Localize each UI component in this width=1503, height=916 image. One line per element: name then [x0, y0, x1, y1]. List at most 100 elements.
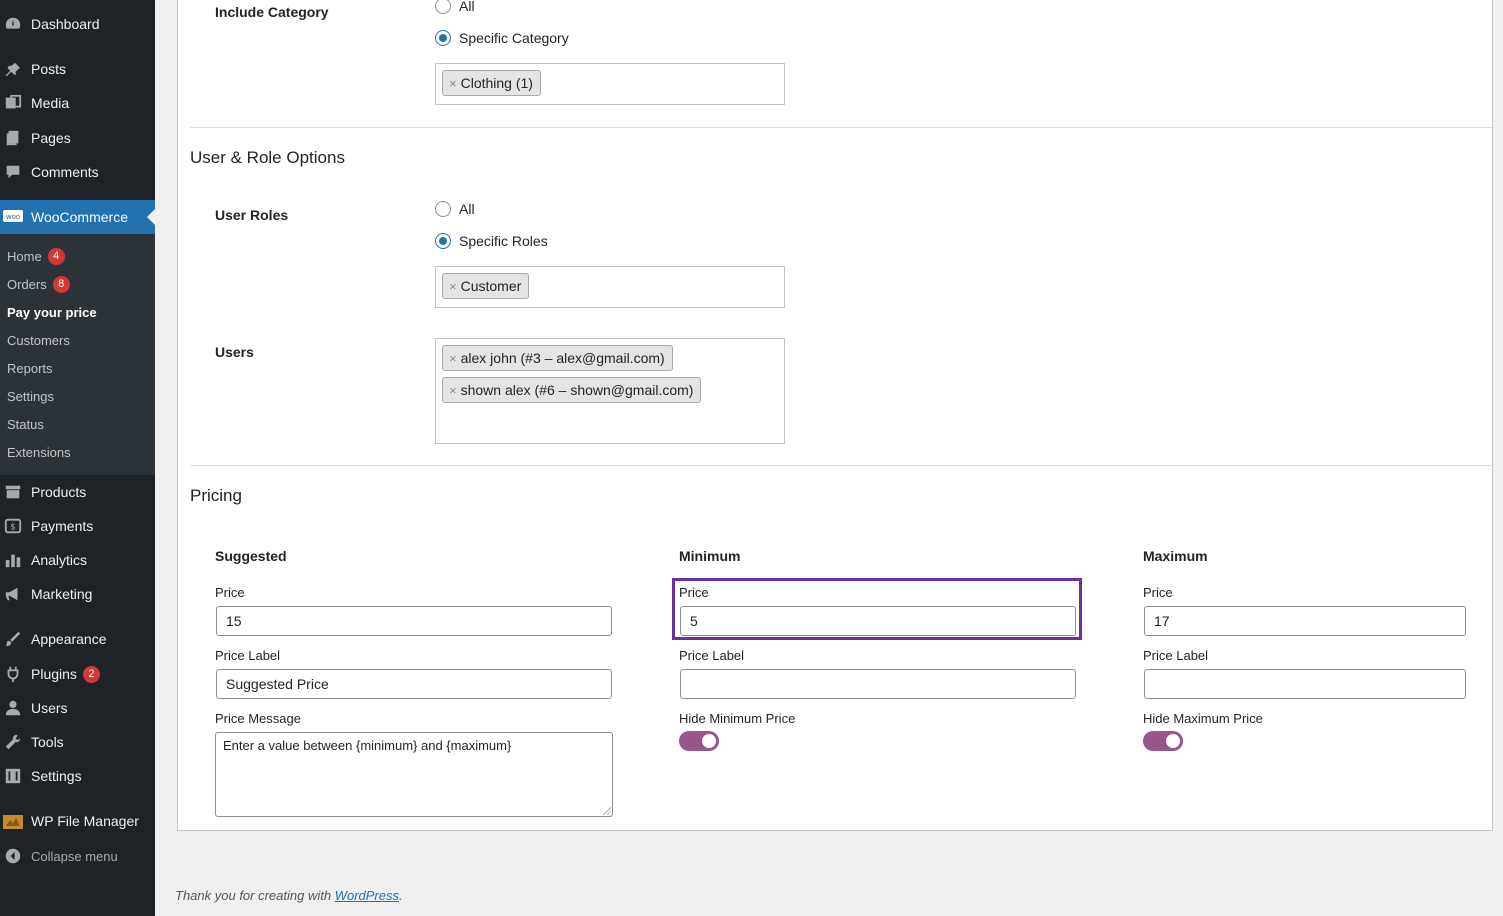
submenu-reports[interactable]: Reports: [7, 358, 53, 378]
wordpress-link[interactable]: WordPress: [335, 888, 399, 903]
menu-dashboard[interactable]: Dashboard: [0, 7, 155, 41]
settings-panel: Include Category All Specific Category ×…: [177, 0, 1493, 831]
token-label: alex john (#3 – alex@gmail.com): [460, 350, 665, 366]
radio-label: All: [459, 201, 475, 217]
hide-maximum-toggle[interactable]: [1143, 731, 1183, 751]
submenu-customers[interactable]: Customers: [7, 330, 70, 350]
token-label: Customer: [460, 278, 522, 294]
suggested-price-input[interactable]: 15: [216, 606, 612, 636]
payments-icon: $: [3, 516, 23, 536]
users-select[interactable]: × alex john (#3 – alex@gmail.com) × shown …: [435, 338, 785, 444]
roles-select[interactable]: × Customer: [435, 266, 785, 308]
woocommerce-submenu: Home 4 Orders 8 Pay your price Customers R…: [0, 234, 155, 475]
menu-label: Posts: [31, 61, 67, 77]
submenu-pay-your-price[interactable]: Pay your price: [7, 302, 97, 322]
folder-icon: [3, 811, 23, 831]
radio-button[interactable]: [435, 0, 451, 14]
menu-label: Plugins: [31, 666, 77, 682]
maximum-price-input[interactable]: 17: [1144, 606, 1466, 636]
radio-button[interactable]: [435, 201, 451, 217]
radio-label: Specific Roles: [459, 233, 548, 249]
menu-label: Media: [31, 95, 70, 111]
plugins-count-badge: 2: [82, 665, 100, 683]
menu-label: Payments: [31, 518, 94, 534]
menu-woocommerce[interactable]: woo WooCommerce: [0, 200, 155, 234]
submenu-orders[interactable]: Orders 8: [7, 274, 70, 294]
pin-icon: [3, 59, 23, 79]
suggested-price-label-input[interactable]: Suggested Price: [216, 669, 612, 699]
menu-posts[interactable]: Posts: [0, 52, 155, 86]
woo-icon: woo: [3, 207, 23, 227]
menu-comments[interactable]: Comments: [0, 155, 155, 189]
collapse-menu-button[interactable]: Collapse menu: [0, 839, 155, 873]
remove-icon[interactable]: ×: [449, 351, 457, 366]
menu-wp-file-manager[interactable]: WP File Manager: [0, 804, 155, 838]
menu-label: Tools: [31, 734, 64, 750]
category-all-radio[interactable]: All: [435, 0, 475, 14]
menu-analytics[interactable]: Analytics: [0, 543, 155, 577]
admin-footer: Thank you for creating with WordPress.: [175, 888, 403, 903]
footer-end: .: [399, 888, 403, 903]
footer-text: Thank you for creating with: [175, 888, 332, 903]
menu-label: Users: [31, 700, 68, 716]
menu-settings[interactable]: Settings: [0, 759, 155, 793]
menu-users[interactable]: Users: [0, 691, 155, 725]
comment-icon: [3, 162, 23, 182]
submenu-label: Reports: [7, 360, 53, 376]
submenu-label: Home: [7, 248, 42, 264]
maximum-price-label-input[interactable]: [1144, 669, 1466, 699]
submenu-label: Settings: [7, 388, 54, 404]
user-token[interactable]: × shown alex (#6 – shown@gmail.com): [442, 377, 702, 403]
submenu-label: Extensions: [7, 444, 71, 460]
category-select[interactable]: × Clothing (1): [435, 63, 785, 105]
menu-payments[interactable]: $ Payments: [0, 509, 155, 543]
menu-label: Products: [31, 484, 87, 500]
price-message-textarea[interactable]: Enter a value between {minimum} and {max…: [215, 732, 613, 817]
menu-plugins[interactable]: Plugins 2: [0, 657, 155, 691]
category-specific-radio[interactable]: Specific Category: [435, 30, 569, 46]
roles-all-radio[interactable]: All: [435, 201, 475, 217]
media-icon: [3, 93, 23, 113]
textarea-value: Enter a value between {minimum} and {max…: [223, 738, 512, 753]
submenu-status[interactable]: Status: [7, 414, 44, 434]
menu-products[interactable]: Products: [0, 475, 155, 509]
role-token[interactable]: × Customer: [442, 273, 530, 299]
category-token[interactable]: × Clothing (1): [442, 70, 541, 96]
menu-label: Settings: [31, 768, 82, 784]
resize-grip-icon[interactable]: [603, 807, 611, 815]
submenu-label: Pay your price: [7, 304, 97, 320]
pricing-section-title: Pricing: [190, 486, 242, 505]
submenu-extensions[interactable]: Extensions: [7, 442, 71, 462]
brush-icon: [3, 629, 23, 649]
remove-icon[interactable]: ×: [449, 383, 457, 398]
roles-specific-radio[interactable]: Specific Roles: [435, 233, 548, 249]
svg-text:woo: woo: [6, 213, 20, 221]
hide-minimum-toggle[interactable]: [679, 731, 719, 751]
menu-pages[interactable]: Pages: [0, 121, 155, 155]
section-divider: [190, 127, 1492, 128]
minimum-price-label-input[interactable]: [680, 669, 1076, 699]
maximum-price-label-label: Price Label: [1143, 648, 1209, 663]
section-divider: [190, 465, 1492, 466]
radio-button[interactable]: [435, 233, 451, 249]
submenu-settings[interactable]: Settings: [7, 386, 54, 406]
remove-icon[interactable]: ×: [449, 76, 457, 91]
megaphone-icon: [3, 584, 23, 604]
menu-appearance[interactable]: Appearance: [0, 622, 155, 656]
dashboard-icon: [3, 14, 23, 34]
menu-label: Marketing: [31, 586, 93, 602]
radio-button[interactable]: [435, 30, 451, 46]
menu-media[interactable]: Media: [0, 86, 155, 120]
menu-label: WP File Manager: [31, 813, 139, 829]
price-message-label: Price Message: [215, 711, 301, 726]
minimum-price-input[interactable]: 5: [680, 606, 1076, 636]
menu-label: Analytics: [31, 552, 88, 568]
token-label: Clothing (1): [460, 75, 533, 91]
minimum-heading: Minimum: [679, 548, 741, 564]
menu-tools[interactable]: Tools: [0, 725, 155, 759]
user-token[interactable]: × alex john (#3 – alex@gmail.com): [442, 345, 673, 371]
menu-marketing[interactable]: Marketing: [0, 577, 155, 611]
admin-sidebar: Dashboard Posts Media Pages Comments woo…: [0, 0, 155, 916]
remove-icon[interactable]: ×: [449, 279, 457, 294]
submenu-home[interactable]: Home 4: [7, 246, 65, 266]
